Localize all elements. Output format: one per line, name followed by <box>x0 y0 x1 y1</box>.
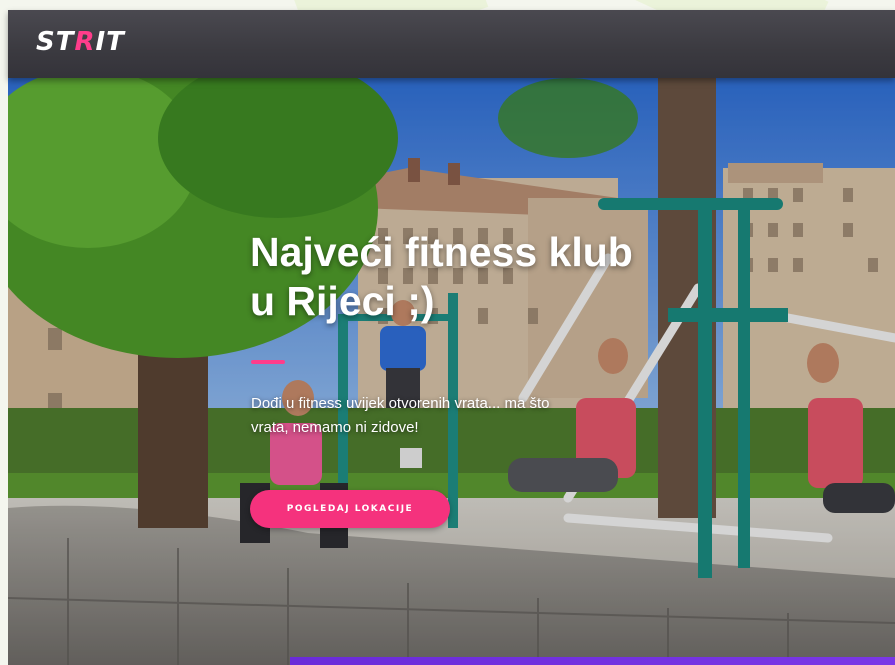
hero-title: Najveći fitness klub u Rijeci ;) <box>250 228 710 326</box>
hero-section: Najveći fitness klub u Rijeci ;) Dođi u … <box>8 78 895 665</box>
hero-subtitle: Dođi u fitness uvijek otvorenih vrata...… <box>251 395 550 436</box>
hero-title-line-2: u Rijeci ;) <box>250 278 435 324</box>
title-divider <box>251 360 285 364</box>
hero-background-photo <box>8 78 895 665</box>
strit-logo[interactable]: STRIT <box>36 26 125 58</box>
page: STRIT Najveći fitness klub u Rijeci ;) D… <box>0 0 895 665</box>
logo-text-accent: R <box>74 27 96 57</box>
logo-text-start: ST <box>36 27 75 57</box>
site-header: STRIT <box>8 10 895 78</box>
logo-text-end: IT <box>95 27 125 57</box>
bottom-accent-strip <box>290 657 895 665</box>
view-locations-button[interactable]: POGLEDAJ LOKACIJE <box>250 490 450 528</box>
hero-title-line-1: Najveći fitness klub <box>250 229 633 275</box>
